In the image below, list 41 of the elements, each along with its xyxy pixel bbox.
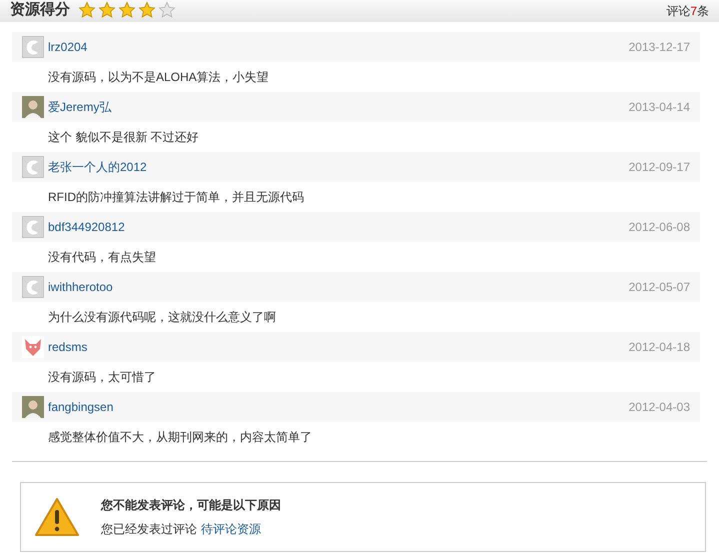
comment-text: 没有代码，有点失望 (48, 249, 156, 266)
count-value: 7 (690, 3, 697, 20)
comment-date: 2013-04-14 (628, 99, 690, 116)
warning-icon (34, 497, 80, 537)
comment-text: 没有源码，以为不是ALOHA算法，小失望 (48, 69, 269, 86)
avatar-icon (22, 216, 44, 238)
user-link[interactable]: lrz0204 (48, 38, 625, 56)
comment-text: 为什么没有源代码呢，这就没什么意义了啊 (48, 309, 276, 326)
user-link[interactable]: iwithherotoo (48, 278, 625, 296)
comment-text: 这个 貌似不是很新 不过还好 (48, 129, 199, 146)
comment-date: 2012-04-03 (628, 399, 690, 416)
star-icon (98, 0, 116, 19)
count-label: 评论 (666, 3, 690, 20)
comment-text: RFID的防冲撞算法讲解过于简单，并且无源代码 (48, 189, 304, 206)
avatar-icon (22, 156, 44, 178)
star-icon (118, 0, 136, 19)
user-link[interactable]: fangbingsen (48, 398, 625, 416)
comment-text: 感觉整体价值不大，从期刊网来的，内容太简单了 (48, 429, 312, 446)
comment-date: 2012-04-18 (628, 339, 690, 356)
comment-date: 2012-05-07 (628, 279, 690, 296)
star-icon (78, 0, 96, 19)
count-unit: 条 (697, 3, 709, 20)
pending-link[interactable]: 待评论资源 (201, 520, 261, 538)
comment-date: 2013-12-17 (628, 39, 690, 56)
avatar-icon (22, 36, 44, 58)
notice-reason: 您已经发表过评论 (101, 521, 197, 538)
avatar-icon (22, 96, 44, 118)
star-icon (138, 0, 156, 19)
comment-date: 2012-09-17 (628, 159, 690, 176)
avatar-icon (22, 276, 44, 298)
user-link[interactable]: 爱Jeremy弘 (48, 98, 625, 116)
section-title: 资源得分 (10, 0, 70, 20)
comment-text: 没有源码，太可惜了 (48, 369, 156, 386)
star-icon (158, 0, 176, 19)
avatar-icon (22, 336, 44, 358)
user-link[interactable]: redsms (48, 338, 625, 356)
user-link[interactable]: bdf344920812 (48, 218, 625, 236)
comment-date: 2012-06-08 (628, 219, 690, 236)
notice-title: 您不能发表评论，可能是以下原因 (101, 497, 281, 514)
user-link[interactable]: 老张一个人的2012 (48, 158, 625, 176)
avatar-icon (22, 396, 44, 418)
